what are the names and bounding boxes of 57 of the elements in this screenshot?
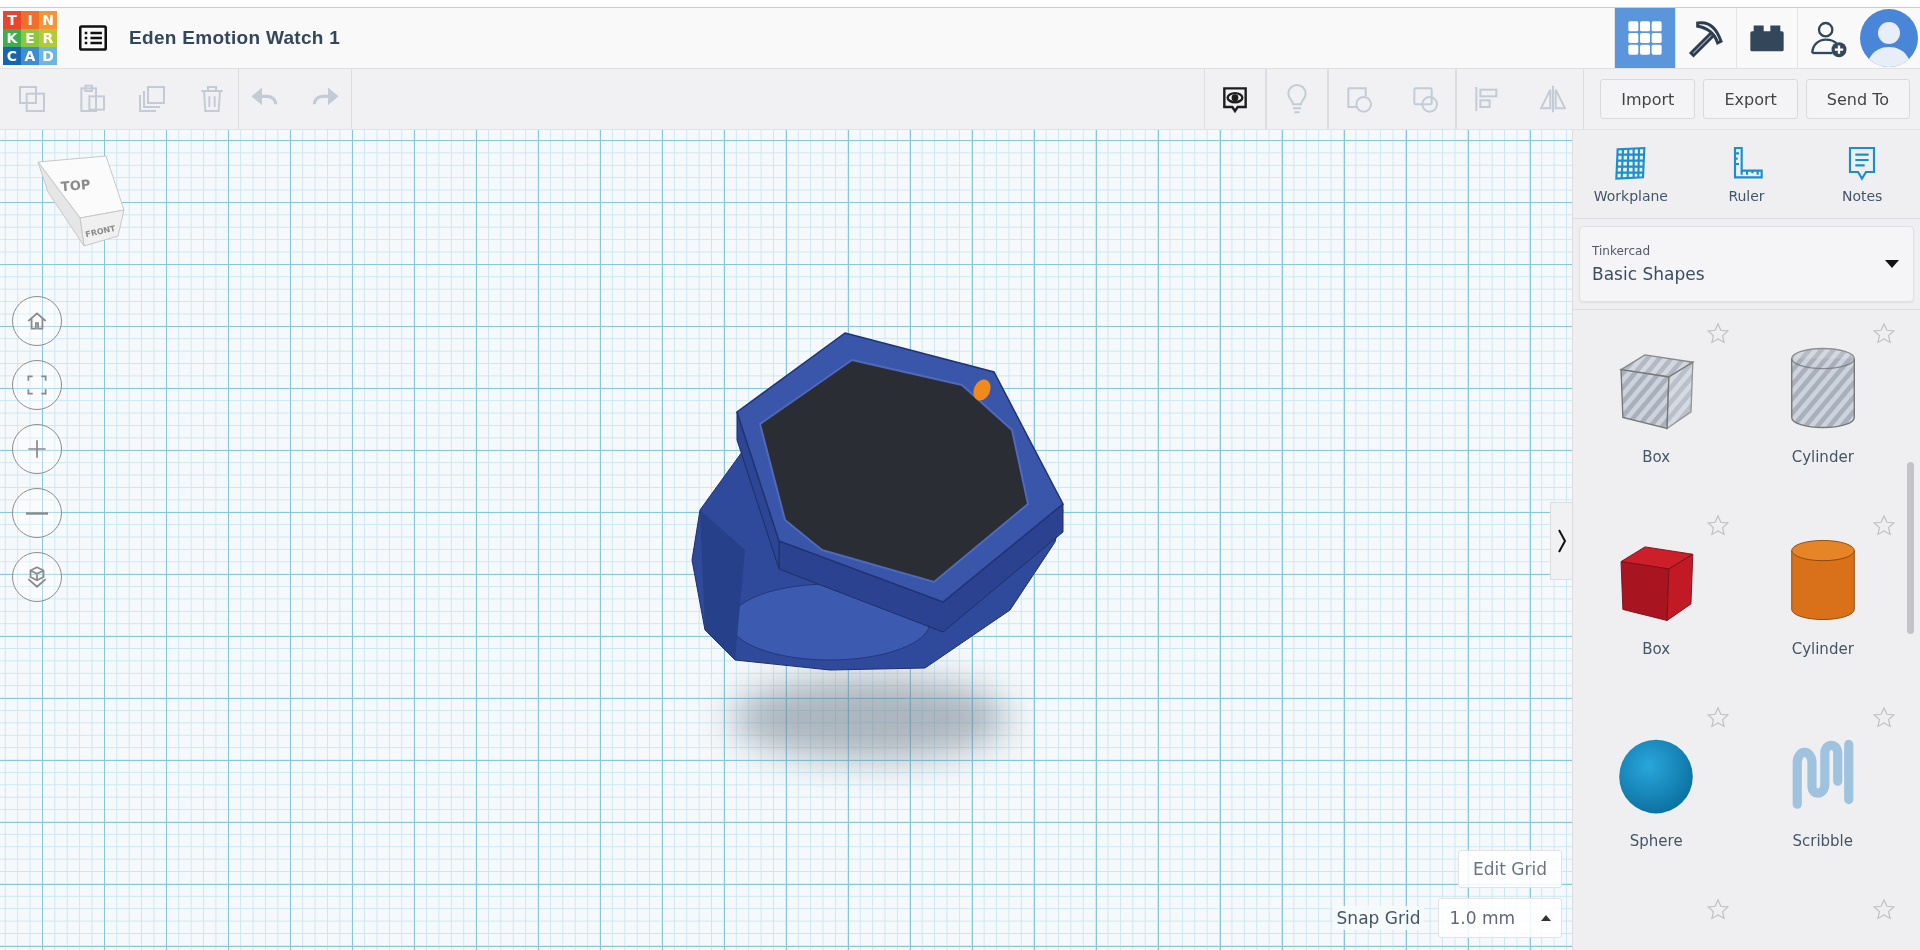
logo-letter: E [21,29,39,47]
toolbar-button[interactable]: Send To [1805,79,1910,119]
scribble-drawing [1792,739,1854,809]
zoom-out-icon [26,511,48,515]
logo-letter: A [21,47,39,65]
perspective-button[interactable] [12,552,62,602]
grid-icon [1625,18,1665,58]
list-icon[interactable] [77,24,109,52]
logo-letter: D [39,47,57,65]
snap-grid-dropdown[interactable]: 1.0 mm [1438,898,1562,938]
cube-face-label: FRONT [84,223,117,240]
fit-view-button[interactable] [12,360,62,410]
avatar-icon[interactable] [1860,9,1918,67]
toolbar-button[interactable]: Export [1703,79,1798,119]
star-icon[interactable] [1872,706,1896,730]
cube-face-label: TOP [60,176,91,195]
caret-down-icon [1885,260,1899,268]
toolbar-button[interactable]: Import [1600,79,1696,119]
shape-library-dropdown[interactable]: Tinkercad Basic Shapes [1579,226,1914,302]
star-icon[interactable] [1705,322,1730,346]
panel-collapse-handle[interactable] [1550,502,1572,580]
star-icon[interactable] [1872,514,1896,538]
logo-letter: N [39,11,57,29]
library-source: Tinkercad [1592,244,1652,258]
star-icon[interactable] [1705,706,1730,730]
notes-tool[interactable]: Notes [1804,130,1920,218]
shape-item[interactable]: Cylinder [1739,506,1906,698]
zoom-in-button[interactable] [12,424,62,474]
star-icon[interactable] [1872,322,1896,346]
logo[interactable]: T I N K E R C A D [3,11,57,65]
shape-item[interactable]: Box [1573,506,1740,698]
fit-view-icon [24,372,50,398]
caret-icon [1541,915,1551,921]
star-icon[interactable] [1705,898,1730,922]
shape-item[interactable]: Scribble [1739,698,1906,890]
snap-grid-value: 1.0 mm [1449,908,1515,928]
home-button[interactable] [12,296,62,346]
zoom-out-button[interactable] [12,488,62,538]
ruler-tool[interactable]: Ruler [1688,130,1805,218]
shape-item[interactable]: Box [1573,314,1740,506]
scrollbar-thumb[interactable] [1907,462,1914,634]
watch-model[interactable] [691,332,1064,671]
logo-letter: T [3,11,21,29]
logo-letter: C [3,47,21,65]
star-icon[interactable] [1705,514,1730,538]
snap-grid-label: Snap Grid [1332,906,1425,930]
shape-item[interactable]: Sphere [1573,698,1740,890]
logo-letter: I [21,11,39,29]
design-title[interactable]: Eden Emotion Watch 1 [129,27,341,49]
edit-grid-button[interactable]: Edit Grid [1458,850,1562,888]
library-category: Basic Shapes [1592,264,1706,284]
logo-letter: K [3,29,21,47]
pickaxe-icon [1686,18,1726,58]
shape-item[interactable]: Cylinder [1739,314,1906,506]
logo-letter: R [39,29,57,47]
star-icon[interactable] [1872,898,1896,922]
workplane-tool[interactable]: Workplane [1573,130,1689,218]
